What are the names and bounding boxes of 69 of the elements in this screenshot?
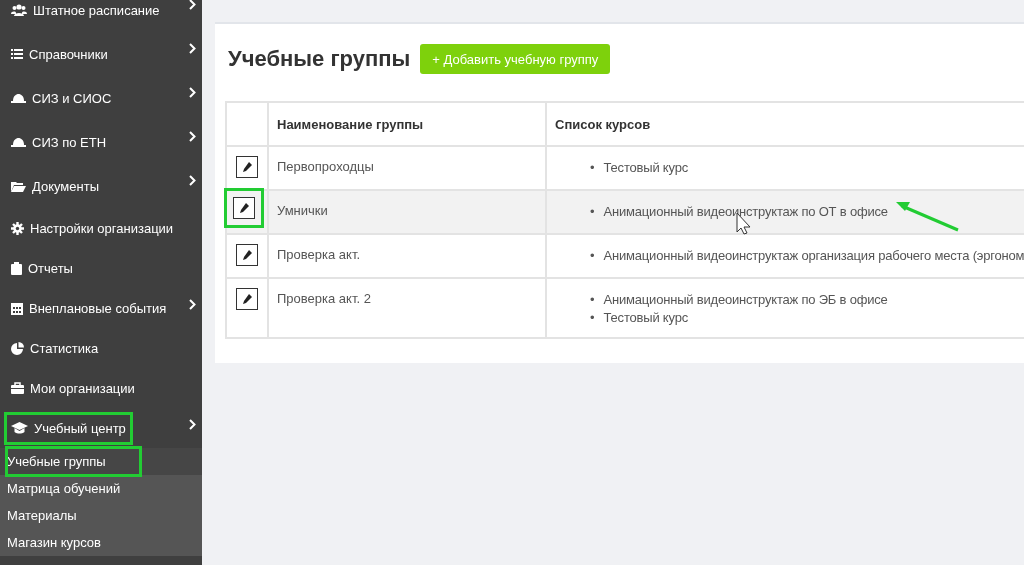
pencil-icon — [242, 162, 252, 172]
sidebar-item[interactable]: СИЗ и СИОС — [0, 76, 202, 120]
pencil-icon — [239, 203, 249, 213]
annotation-arrow — [896, 202, 959, 232]
edit-button[interactable] — [236, 288, 258, 310]
course-item: Анимационный видеоинструктаж организация рабочего места (эргоном — [603, 247, 1024, 265]
sidebar-item-label: Отчеты — [28, 260, 73, 276]
pie-chart-icon — [11, 341, 24, 355]
sidebar-item[interactable]: Отчеты — [0, 248, 202, 288]
page-title: Учебные группы — [228, 46, 411, 72]
sidebar-item-label: Штатное расписание — [33, 2, 160, 18]
chevron-right-icon — [189, 299, 196, 310]
column-header: Наименование группы — [268, 102, 546, 146]
list-bullet: • — [590, 291, 595, 309]
chevron-right-icon — [189, 0, 196, 10]
submenu-item[interactable]: Матрица обучений — [0, 475, 202, 502]
sidebar-item[interactable]: СИЗ по ЕТН — [0, 120, 202, 164]
sidebar-item-label: Мои организации — [30, 380, 135, 396]
sidebar-item[interactable]: Справочники — [0, 32, 202, 76]
sidebar-item[interactable]: Мои организации — [0, 368, 202, 408]
list-bullet: • — [590, 309, 595, 327]
hard-hat-icon — [11, 93, 26, 103]
sidebar-item-label: Настройки организации — [30, 220, 174, 236]
users-icon — [11, 4, 27, 16]
sidebar-item-label: Учебный центр — [34, 420, 126, 436]
sidebar-item-label: Статистика — [30, 340, 99, 356]
list-bullet: • — [590, 247, 595, 265]
chevron-right-icon — [189, 131, 196, 142]
sidebar-item[interactable]: Учебный центр — [0, 408, 202, 448]
sidebar-item[interactable]: Статистика — [0, 328, 202, 368]
list-icon — [11, 49, 23, 59]
chevron-right-icon — [189, 43, 196, 54]
chevron-right-icon — [189, 419, 196, 430]
submenu-item[interactable]: Магазин курсов — [0, 529, 202, 556]
sidebar-item[interactable]: Настройки организации — [0, 208, 202, 248]
course-item: Анимационный видеоинструктаж по ОТ в офисе — [603, 203, 888, 221]
sidebar-item[interactable]: Внеплановые события — [0, 288, 202, 328]
list-bullet: • — [590, 203, 595, 221]
sidebar-item-label: Внеплановые события — [29, 300, 167, 316]
edit-button[interactable] — [233, 197, 255, 219]
briefcase-icon — [11, 382, 24, 394]
gear-icon — [11, 221, 24, 235]
hard-hat-icon — [11, 137, 26, 147]
course-item: Тестовый курс — [603, 309, 688, 327]
column-header: Список курсов — [546, 102, 1024, 146]
edit-button[interactable] — [236, 156, 258, 178]
calendar-icon — [11, 301, 23, 315]
pencil-icon — [242, 250, 252, 260]
table-cell: Проверка акт. 2 — [268, 278, 546, 338]
sidebar-item[interactable]: Документы — [0, 164, 202, 208]
pencil-icon — [242, 294, 252, 304]
submenu-item[interactable]: Учебные группы — [0, 448, 202, 475]
course-item: Тестовый курс — [603, 159, 688, 177]
edit-button[interactable] — [236, 244, 258, 266]
table-cell: Умнички — [268, 190, 546, 234]
table-cell: Проверка акт. — [268, 234, 546, 278]
chevron-right-icon — [189, 87, 196, 98]
course-item: Анимационный видеоинструктаж по ЭБ в офисе — [603, 291, 888, 309]
sidebar-item-label: СИЗ по ЕТН — [32, 134, 107, 150]
graduation-cap-icon — [11, 422, 28, 434]
sidebar-item-label: Документы — [32, 178, 99, 194]
sidebar-item-label: Справочники — [29, 46, 108, 62]
folder-icon — [11, 180, 26, 192]
sidebar-item-label: СИЗ и СИОС — [32, 90, 112, 106]
list-bullet: • — [590, 159, 595, 177]
chevron-right-icon — [189, 175, 196, 186]
submenu-item[interactable]: Материалы — [0, 502, 202, 529]
sidebar-item[interactable]: Штатное расписание — [0, 0, 202, 32]
clipboard-icon — [11, 261, 22, 275]
